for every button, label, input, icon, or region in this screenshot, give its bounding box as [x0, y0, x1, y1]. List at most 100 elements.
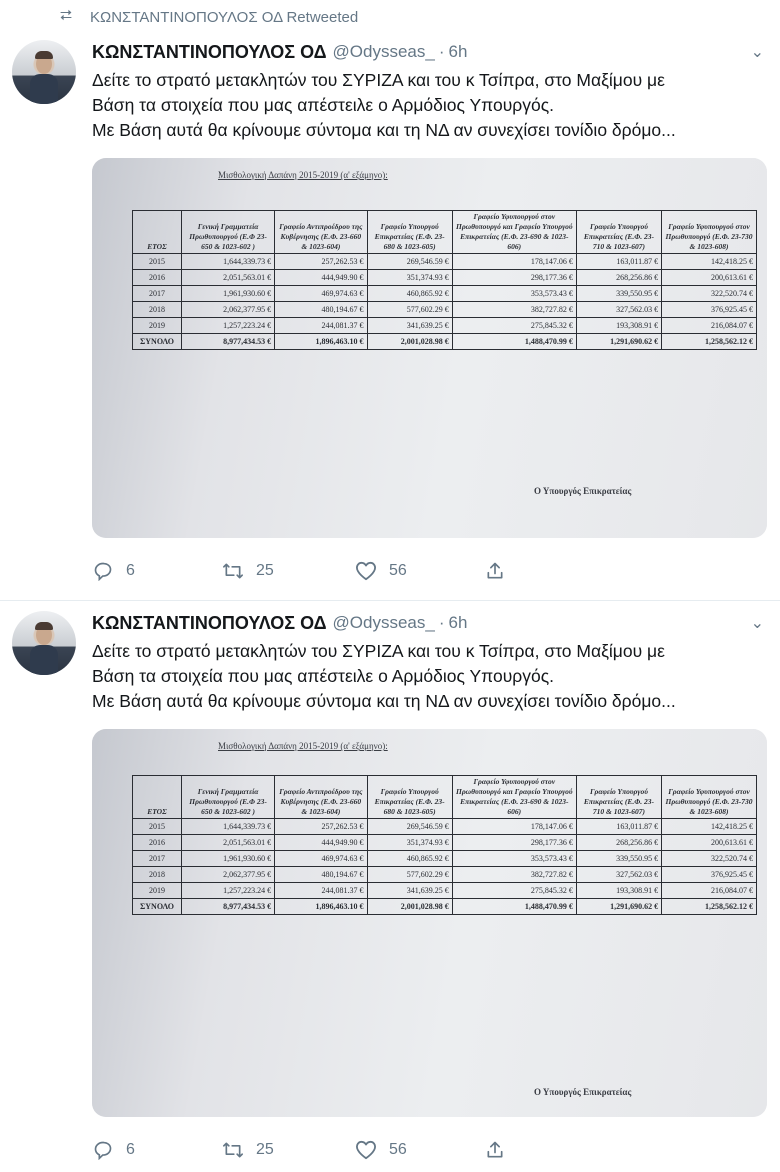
- table-total-cell: 1,291,690.62 €: [575, 898, 663, 915]
- table-cell: 322,520.74 €: [661, 285, 757, 302]
- table-cell: 275,845.32 €: [451, 882, 577, 899]
- table-header-cell: Γραφείο Υπουργού Επικρατείας (Ε.Φ. 23-71…: [575, 775, 663, 819]
- table-cell: 163,011.87 €: [575, 818, 663, 835]
- reply-button[interactable]: 6: [92, 560, 135, 582]
- tweet-photo[interactable]: Μισθολογική Δαπάνη 2015-2019 (α' εξάμηνο…: [92, 729, 767, 1117]
- retweet-count: 25: [256, 562, 274, 579]
- table-cell: 1,644,339.73 €: [180, 818, 276, 835]
- table-cell: 200,613.61 €: [661, 269, 757, 286]
- table-cell: 339,550.95 €: [575, 285, 663, 302]
- table-cell: 2,062,377.95 €: [180, 301, 276, 318]
- table-cell: 142,418.25 €: [661, 818, 757, 835]
- tweet-actions: 6 25 56: [92, 1139, 522, 1163]
- like-button[interactable]: 56: [355, 1139, 407, 1161]
- table-header-cell: Γραφείο Υπουργού Επικρατείας (Ε.Φ. 23-68…: [366, 775, 453, 819]
- table-cell: 268,256.86 €: [575, 834, 663, 851]
- table-cell: 577,602.29 €: [366, 866, 453, 883]
- table-header-cell: Γενική Γραμματεία Πρωθυπουργού (Ε.Φ 23-6…: [180, 210, 276, 254]
- document-caption: Μισθολογική Δαπάνη 2015-2019 (α' εξάμηνο…: [218, 741, 388, 751]
- reply-count: 6: [126, 1141, 135, 1158]
- table-total-row: ΣΥΝΟΛΟ 8,977,434.53 €1,896,463.10 €2,001,…: [132, 898, 757, 915]
- tweet-time[interactable]: 6h: [449, 613, 468, 633]
- tweet-photo[interactable]: Μισθολογική Δαπάνη 2015-2019 (α' εξάμηνο…: [92, 158, 767, 538]
- table-cell: 351,374.93 €: [366, 834, 453, 851]
- table-total-row: ΣΥΝΟΛΟ 8,977,434.53 €1,896,463.10 €2,001,…: [132, 333, 757, 350]
- table-total-cell: 2,001,028.98 €: [366, 898, 453, 915]
- table-cell: 376,925.45 €: [661, 301, 757, 318]
- author-handle[interactable]: @Odysseas_: [333, 42, 435, 62]
- table-header-cell: Γραφείο Υφυπουργού στον Πρωθυπουργό και …: [451, 210, 577, 254]
- table-row: 2019 1,257,223.24 €244,081.37 €341,639.25…: [132, 882, 757, 899]
- chevron-down-icon[interactable]: ⌄: [751, 613, 764, 633]
- table-total-cell: 1,896,463.10 €: [274, 333, 368, 350]
- table-cell: 469,974.63 €: [274, 285, 368, 302]
- table-total-cell: 1,896,463.10 €: [274, 898, 368, 915]
- table-row: 2018 2,062,377.95 €480,194.67 €577,602.29…: [132, 866, 757, 883]
- table-cell: 444,949.90 €: [274, 834, 368, 851]
- table-cell: 193,308.91 €: [575, 317, 663, 334]
- table-header-year: ΕΤΟΣ: [132, 775, 182, 819]
- table-cell: 1,961,930.60 €: [180, 285, 276, 302]
- table-cell-year: 2016: [132, 834, 182, 851]
- author-name[interactable]: ΚΩΝΣΤΑΝΤΙΝΟΠΟΥΛΟΣ ΟΔ: [92, 613, 327, 634]
- table-row: 2015 1,644,339.73 €257,262.53 €269,546.59…: [132, 818, 757, 835]
- document-signature: Ο Υπουργός Επικρατείας: [534, 1087, 632, 1097]
- table-cell: 460,865.92 €: [366, 285, 453, 302]
- table-cell: 193,308.91 €: [575, 882, 663, 899]
- tweet-text-line: Με Βάση αυτά θα κρίνουμε σύντομα και τη …: [92, 691, 676, 711]
- table-cell: 1,961,930.60 €: [180, 850, 276, 867]
- table-cell: 216,084.07 €: [661, 882, 757, 899]
- table-cell: 298,177.36 €: [451, 834, 577, 851]
- tweet[interactable]: ΚΩΝΣΤΑΝΤΙΝΟΠΟΥΛΟΣ ΟΔ @Odysseas_ · 6h ⌄ Δ…: [0, 30, 780, 599]
- share-icon: [484, 560, 506, 582]
- table-cell-year: 2019: [132, 882, 182, 899]
- table-cell: 178,147.06 €: [451, 253, 577, 270]
- share-button[interactable]: [484, 560, 518, 582]
- tweet[interactable]: ΚΩΝΣΤΑΝΤΙΝΟΠΟΥΛΟΣ ΟΔ @Odysseas_ · 6h ⌄ Δ…: [0, 600, 780, 1172]
- tweet-text-line: Βάση τα στοιχεία που μας απέστειλε ο Αρμ…: [92, 95, 555, 115]
- document-paper: Μισθολογική Δαπάνη 2015-2019 (α' εξάμηνο…: [92, 729, 767, 1117]
- table-row: 2015 1,644,339.73 €257,262.53 €269,546.59…: [132, 253, 757, 270]
- share-button[interactable]: [484, 1139, 518, 1161]
- table-row: 2018 2,062,377.95 €480,194.67 €577,602.29…: [132, 301, 757, 318]
- tweet-text-line: Βάση τα στοιχεία που μας απέστειλε ο Αρμ…: [92, 666, 555, 686]
- chevron-down-icon[interactable]: ⌄: [751, 42, 764, 62]
- retweet-button[interactable]: 25: [222, 1139, 274, 1161]
- author-name[interactable]: ΚΩΝΣΤΑΝΤΙΝΟΠΟΥΛΟΣ ΟΔ: [92, 42, 327, 63]
- table-cell-year: 2018: [132, 301, 182, 318]
- document-signature: Ο Υπουργός Επικρατείας: [534, 486, 632, 496]
- table-header-year: ΕΤΟΣ: [132, 210, 182, 254]
- table-cell: 341,639.25 €: [366, 317, 453, 334]
- tweet-actions: 6 25 56: [92, 560, 522, 584]
- table-cell: 275,845.32 €: [451, 317, 577, 334]
- like-count: 56: [389, 562, 407, 579]
- table-cell: 2,051,563.01 €: [180, 834, 276, 851]
- table-total-cell: 2,001,028.98 €: [366, 333, 453, 350]
- like-button[interactable]: 56: [355, 560, 407, 582]
- tweet-time[interactable]: 6h: [449, 42, 468, 62]
- retweet-banner-text[interactable]: ΚΩΝΣΤΑΝΤΙΝΟΠΟΥΛΟΣ ΟΔ Retweeted: [90, 9, 358, 26]
- reply-icon: [92, 1139, 114, 1161]
- table-row: 2016 2,051,563.01 €444,949.90 €351,374.93…: [132, 269, 757, 286]
- avatar[interactable]: [12, 611, 76, 675]
- table-cell: 178,147.06 €: [451, 818, 577, 835]
- tweet-text: Δείτε το στρατό μετακλητών του ΣΥΡΙΖΑ κα…: [92, 68, 768, 143]
- share-icon: [484, 1139, 506, 1161]
- author-handle[interactable]: @Odysseas_: [333, 613, 435, 633]
- document-caption: Μισθολογική Δαπάνη 2015-2019 (α' εξάμηνο…: [218, 170, 388, 180]
- table-cell-year: 2015: [132, 253, 182, 270]
- avatar[interactable]: [12, 40, 76, 104]
- table-header-cell: Γραφείο Υφυπουργού στον Πρωθυπουργό (Ε.Φ…: [661, 210, 757, 254]
- table-row: 2017 1,961,930.60 €469,974.63 €460,865.92…: [132, 285, 757, 302]
- table-header-cell: Γραφείο Αντιπροέδρου της Κυβέρνησης (Ε.Φ…: [274, 210, 368, 254]
- table-total-cell: 1,258,562.12 €: [661, 898, 757, 915]
- table-total-cell: 8,977,434.53 €: [180, 333, 276, 350]
- retweet-button[interactable]: 25: [222, 560, 274, 582]
- reply-button[interactable]: 6: [92, 1139, 135, 1161]
- table-cell: 480,194.67 €: [274, 866, 368, 883]
- table-cell: 327,562.03 €: [575, 301, 663, 318]
- table-total-cell: 1,258,562.12 €: [661, 333, 757, 350]
- table-cell: 1,257,223.24 €: [180, 317, 276, 334]
- retweet-icon: ⮂: [60, 7, 73, 24]
- table-cell: 2,062,377.95 €: [180, 866, 276, 883]
